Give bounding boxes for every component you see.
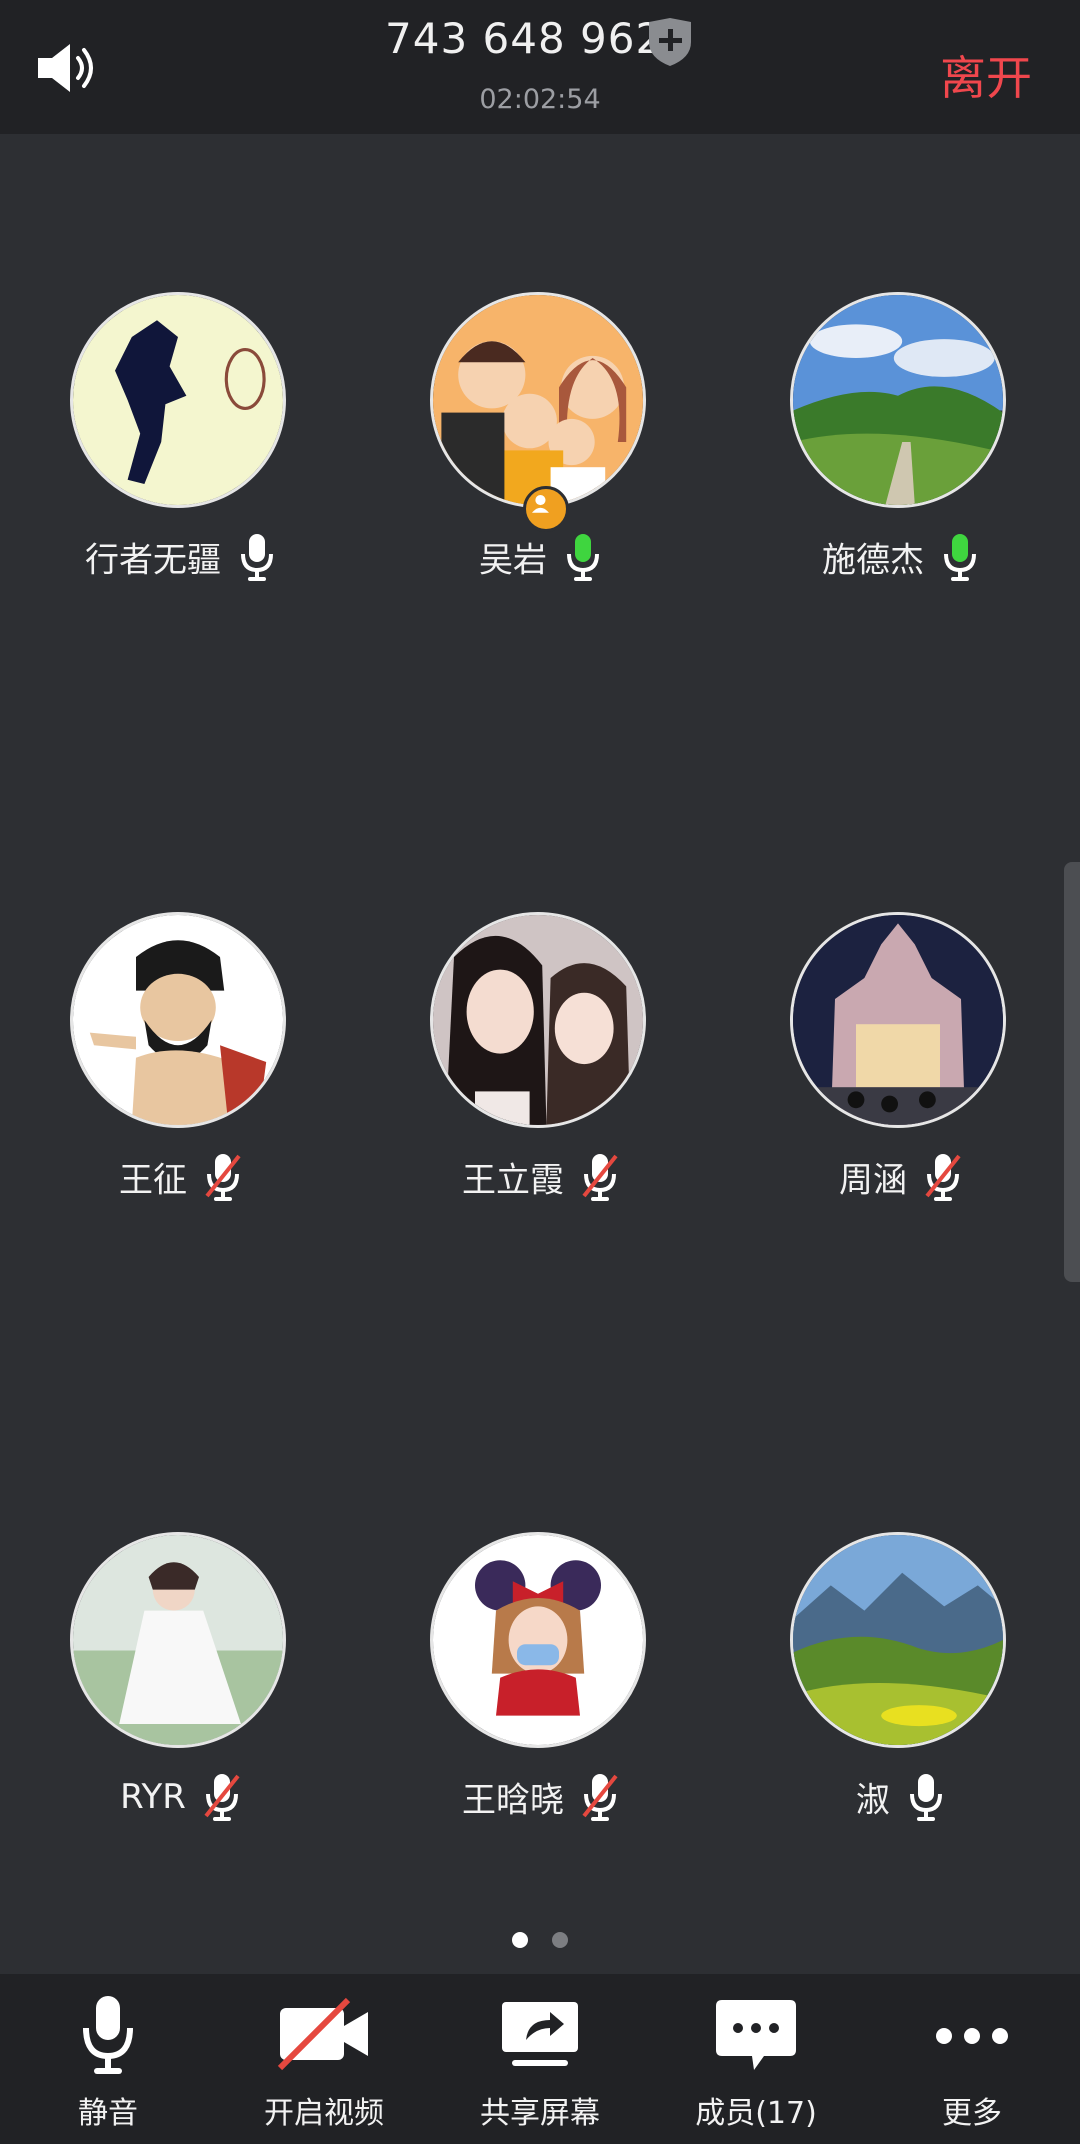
- participant-name: RYR: [120, 1777, 186, 1817]
- meeting-id[interactable]: 743 648 962: [385, 14, 663, 63]
- start-video-label: 开启视频: [264, 2096, 384, 2131]
- mic-muted-icon: [582, 1152, 618, 1202]
- participant-tile[interactable]: 王晗晓: [360, 1532, 720, 1832]
- participant-name-row: 王晗晓: [360, 1772, 720, 1822]
- page-dot-active[interactable]: [512, 1932, 528, 1948]
- video-off-icon: [277, 1997, 368, 2071]
- avatar: [430, 292, 646, 508]
- mic-icon: [908, 1772, 944, 1822]
- meeting-timer: 02:02:54: [479, 84, 601, 115]
- avatar: [790, 1532, 1006, 1748]
- participant-name: 王征: [119, 1160, 187, 1201]
- avatar: [70, 292, 286, 508]
- share-screen-button[interactable]: 共享屏幕: [432, 1974, 648, 2144]
- participant-name-row: 王征: [0, 1152, 360, 1202]
- participant-name: 王晗晓: [462, 1780, 564, 1821]
- participant-name-row: RYR: [0, 1772, 360, 1822]
- mic-icon: [239, 532, 275, 582]
- page-indicator: [0, 1932, 1080, 1952]
- participant-tile[interactable]: 王立霞: [360, 912, 720, 1212]
- participant-tile[interactable]: 淑: [720, 1532, 1080, 1832]
- members-button[interactable]: 成员(17): [648, 1974, 864, 2144]
- participant-name-row: 淑: [720, 1772, 1080, 1822]
- avatar: [790, 912, 1006, 1128]
- avatar: [70, 912, 286, 1128]
- avatar: [430, 912, 646, 1128]
- participant-name: 吴岩: [479, 540, 547, 581]
- participant-tile[interactable]: 周涵: [720, 912, 1080, 1212]
- bottom-toolbar: 静音 开启视频 共享屏幕 成员(17) 更多: [0, 1974, 1080, 2144]
- mute-button[interactable]: 静音: [0, 1974, 216, 2144]
- participant-name-row: 周涵: [720, 1152, 1080, 1202]
- participant-name: 王立霞: [462, 1160, 564, 1201]
- participant-tile[interactable]: 王征: [0, 912, 360, 1212]
- avatar: [430, 1532, 646, 1748]
- participant-tile[interactable]: RYR: [0, 1532, 360, 1832]
- participant-name-row: 王立霞: [360, 1152, 720, 1202]
- participant-name-row: 行者无疆: [0, 532, 360, 582]
- leave-button[interactable]: 离开: [940, 42, 1032, 108]
- participant-tile[interactable]: 施德杰: [720, 292, 1080, 592]
- members-label: 成员(17): [695, 2096, 817, 2131]
- mic-muted-icon: [204, 1772, 240, 1822]
- microphone-icon: [83, 1996, 133, 2074]
- page-dot[interactable]: [552, 1932, 568, 1948]
- participant-tile[interactable]: 行者无疆: [0, 292, 360, 592]
- participant-name: 施德杰: [822, 540, 924, 581]
- mic-muted-icon: [925, 1152, 961, 1202]
- mic-speaking-icon: [942, 532, 978, 582]
- chat-bubble-icon: [716, 2000, 796, 2070]
- top-bar: 743 648 962 02:02:54 离开: [0, 0, 1080, 134]
- more-dots-icon: [936, 2028, 1008, 2044]
- participant-name: 淑: [856, 1780, 890, 1821]
- participant-name-row: 吴岩: [360, 532, 720, 582]
- mic-muted-icon: [582, 1772, 618, 1822]
- scrollbar[interactable]: [1064, 862, 1080, 1282]
- start-video-button[interactable]: 开启视频: [216, 1974, 432, 2144]
- share-screen-label: 共享屏幕: [480, 2096, 600, 2131]
- mute-label: 静音: [78, 2096, 138, 2131]
- host-badge-icon: [523, 486, 569, 532]
- participant-name-row: 施德杰: [720, 532, 1080, 582]
- avatar: [790, 292, 1006, 508]
- mic-muted-icon: [205, 1152, 241, 1202]
- more-label: 更多: [942, 2096, 1002, 2131]
- more-button[interactable]: 更多: [864, 1974, 1080, 2144]
- shield-plus-icon[interactable]: [645, 16, 695, 68]
- mic-speaking-icon: [565, 532, 601, 582]
- participant-name: 行者无疆: [85, 540, 221, 581]
- share-screen-icon: [502, 2002, 578, 2066]
- participant-name: 周涵: [839, 1160, 907, 1201]
- participant-tile[interactable]: 吴岩: [360, 292, 720, 592]
- avatar: [70, 1532, 286, 1748]
